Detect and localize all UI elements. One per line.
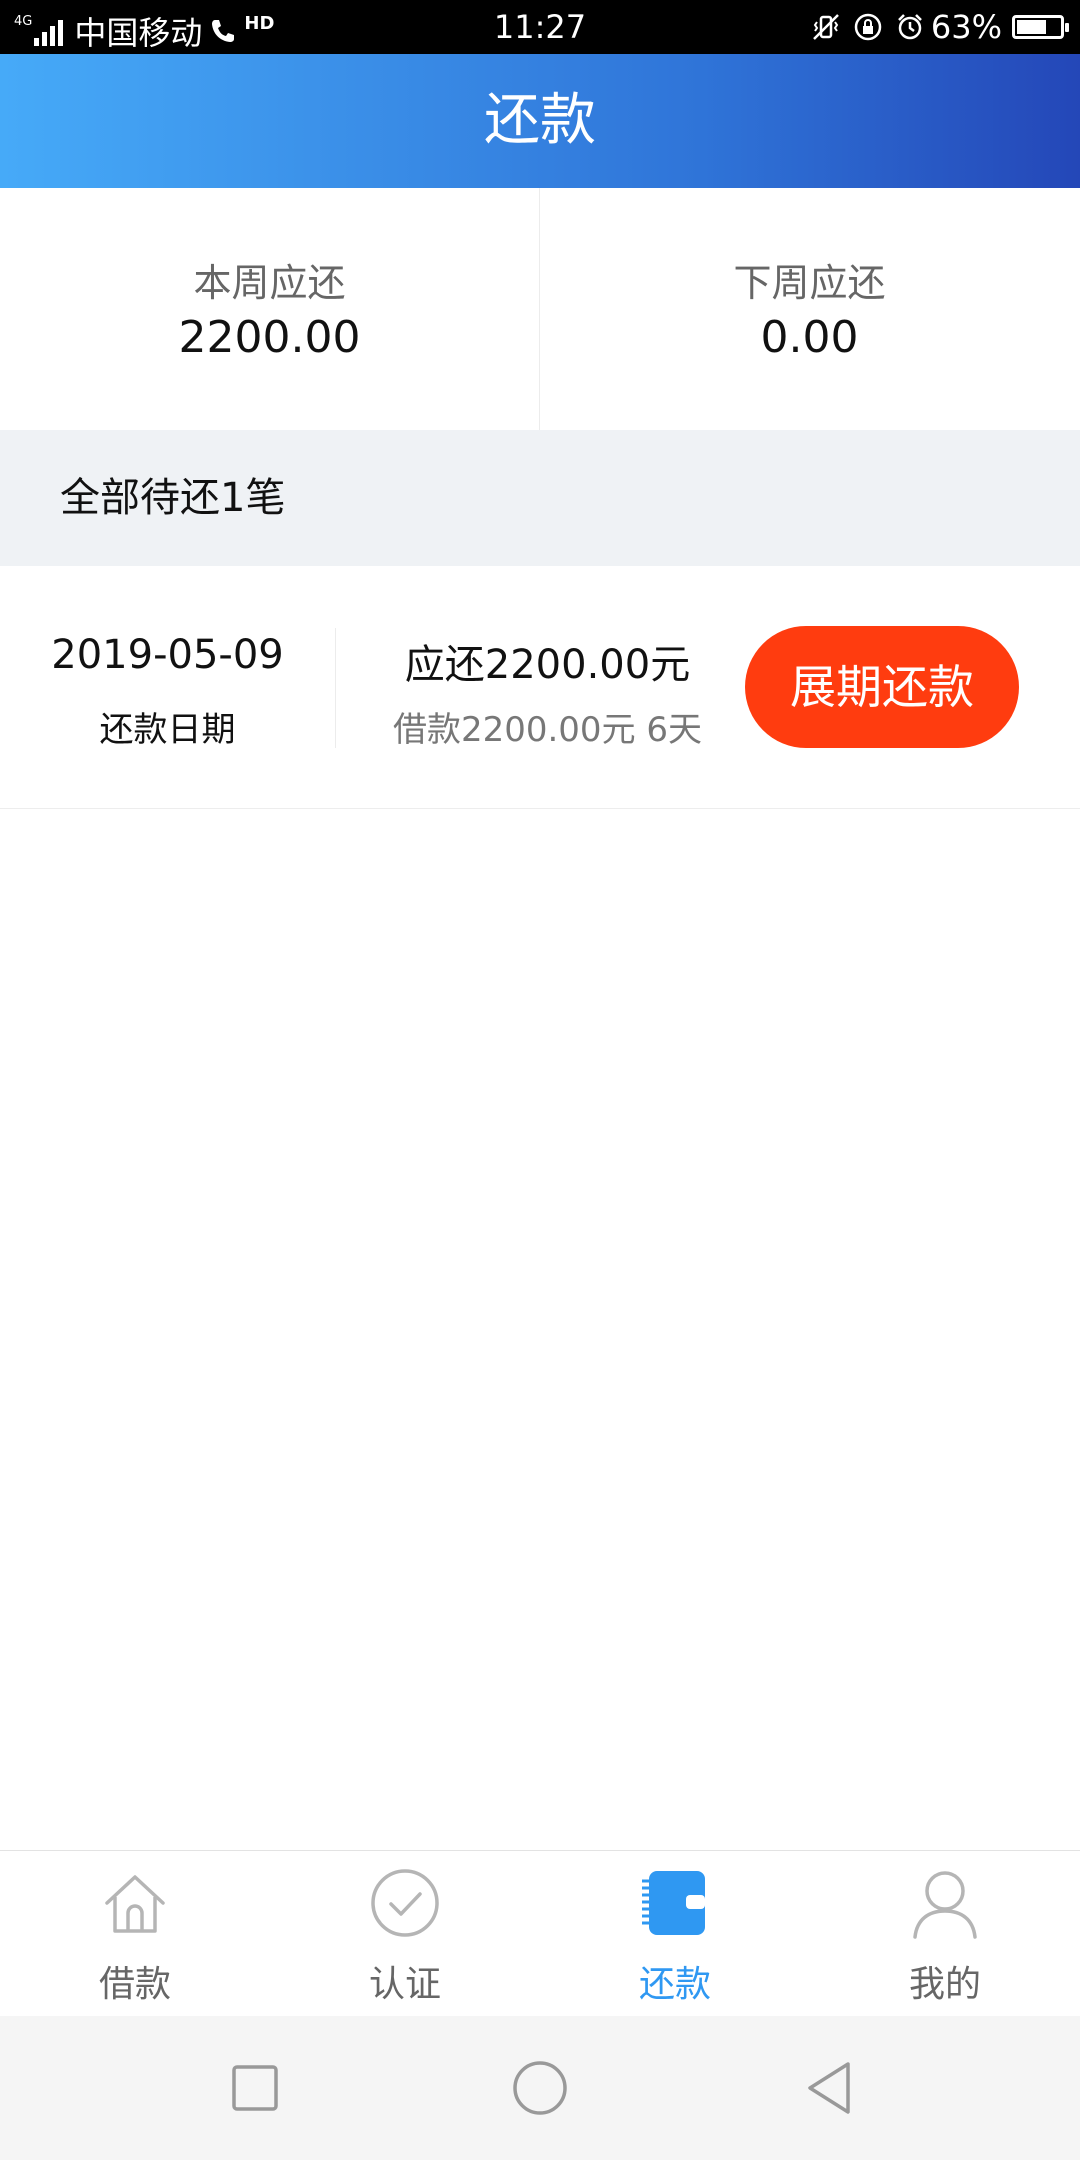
battery-level — [1017, 20, 1046, 34]
nav-label-repay: 还款 — [638, 1964, 711, 2005]
repayment-date-label: 还款日期 — [99, 710, 236, 750]
page-title: 还款 — [484, 88, 596, 153]
battery-icon — [1012, 15, 1069, 39]
bottom-nav: 借款 认证 还款 我的 — [0, 1850, 1080, 2017]
next-week-amount: 0.00 — [760, 312, 859, 363]
nav-item-verify[interactable]: 认证 — [270, 1851, 540, 2017]
pending-count-title: 全部待还1笔 — [60, 475, 286, 521]
nav-label-mine: 我的 — [908, 1964, 981, 2005]
battery-percent: 63% — [930, 8, 1002, 46]
nav-label-verify: 认证 — [368, 1964, 441, 2005]
vibrate-icon — [812, 14, 839, 40]
pending-header: 全部待还1笔 — [0, 430, 1080, 566]
home-button-icon[interactable] — [510, 2058, 570, 2118]
repayment-record[interactable]: 2019-05-09 还款日期 应还2200.00元 借款2200.00元 6天… — [0, 566, 1080, 809]
next-week-label: 下周应还 — [733, 261, 886, 305]
amount-due: 应还2200.00元 — [404, 642, 691, 688]
extend-repayment-button[interactable]: 展期还款 — [745, 626, 1019, 748]
nav-label-borrow: 借款 — [98, 1964, 171, 2005]
repayment-summary: 本周应还 2200.00 下周应还 0.00 — [0, 188, 1080, 430]
next-week-summary: 下周应还 0.00 — [540, 188, 1079, 430]
this-week-amount: 2200.00 — [178, 312, 361, 363]
repayment-date: 2019-05-09 — [51, 632, 284, 678]
alarm-icon — [897, 14, 922, 40]
status-right: 63% — [805, 8, 1069, 46]
nav-item-repay[interactable]: 还款 — [540, 1851, 810, 2017]
page-header: 还款 — [0, 54, 1080, 188]
user-icon — [913, 1871, 977, 1939]
loan-detail: 借款2200.00元 6天 — [392, 710, 703, 750]
home-icon — [105, 1875, 165, 1933]
nav-item-mine[interactable]: 我的 — [810, 1851, 1080, 2017]
recent-apps-icon[interactable] — [225, 2058, 285, 2118]
check-circle-icon — [371, 1869, 439, 1937]
this-week-summary: 本周应还 2200.00 — [0, 188, 539, 430]
status-bar: 4G 中国移动 HD 11:27 63% — [0, 0, 1080, 54]
wallet-icon — [642, 1871, 705, 1935]
system-nav-bar — [0, 2016, 1080, 2160]
back-icon[interactable] — [800, 2058, 860, 2118]
rotation-lock-icon — [854, 13, 882, 41]
this-week-label: 本周应还 — [193, 261, 346, 305]
nav-item-borrow[interactable]: 借款 — [0, 1851, 270, 2017]
